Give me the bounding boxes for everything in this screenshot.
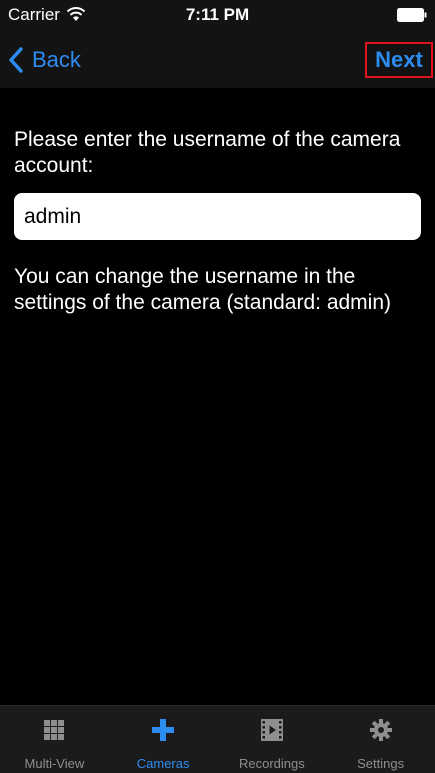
gear-icon <box>369 719 392 741</box>
status-bar: Carrier 7:11 PM <box>0 0 435 32</box>
username-hint: You can change the username in the setti… <box>14 265 392 314</box>
tab-label: Multi-View <box>24 756 85 771</box>
back-label: Back <box>32 47 81 72</box>
username-form: Please enter the username of the camera … <box>14 127 424 316</box>
navigation-bar: Back Next <box>0 32 435 88</box>
username-prompt: Please enter the username of the camera … <box>14 128 401 177</box>
back-button[interactable]: Back <box>8 40 81 80</box>
tab-label: Cameras <box>136 756 190 771</box>
username-input[interactable] <box>14 193 421 240</box>
tab-label: Settings <box>357 756 405 771</box>
film-icon <box>260 719 283 741</box>
clock: 7:11 PM <box>185 5 250 24</box>
plus-icon <box>152 719 175 741</box>
tab-bar: Multi-View Cameras Recordings Settings <box>0 705 435 773</box>
tab-multi-view[interactable]: Multi-View <box>0 706 109 773</box>
grid-icon <box>44 720 65 740</box>
tab-label: Recordings <box>238 756 305 771</box>
tab-settings[interactable]: Settings <box>326 706 435 773</box>
tab-cameras[interactable]: Cameras <box>109 706 218 773</box>
tab-recordings[interactable]: Recordings <box>218 706 327 773</box>
next-button[interactable]: Next <box>365 42 433 78</box>
battery-icon <box>397 8 427 22</box>
chevron-left-icon <box>9 47 23 73</box>
